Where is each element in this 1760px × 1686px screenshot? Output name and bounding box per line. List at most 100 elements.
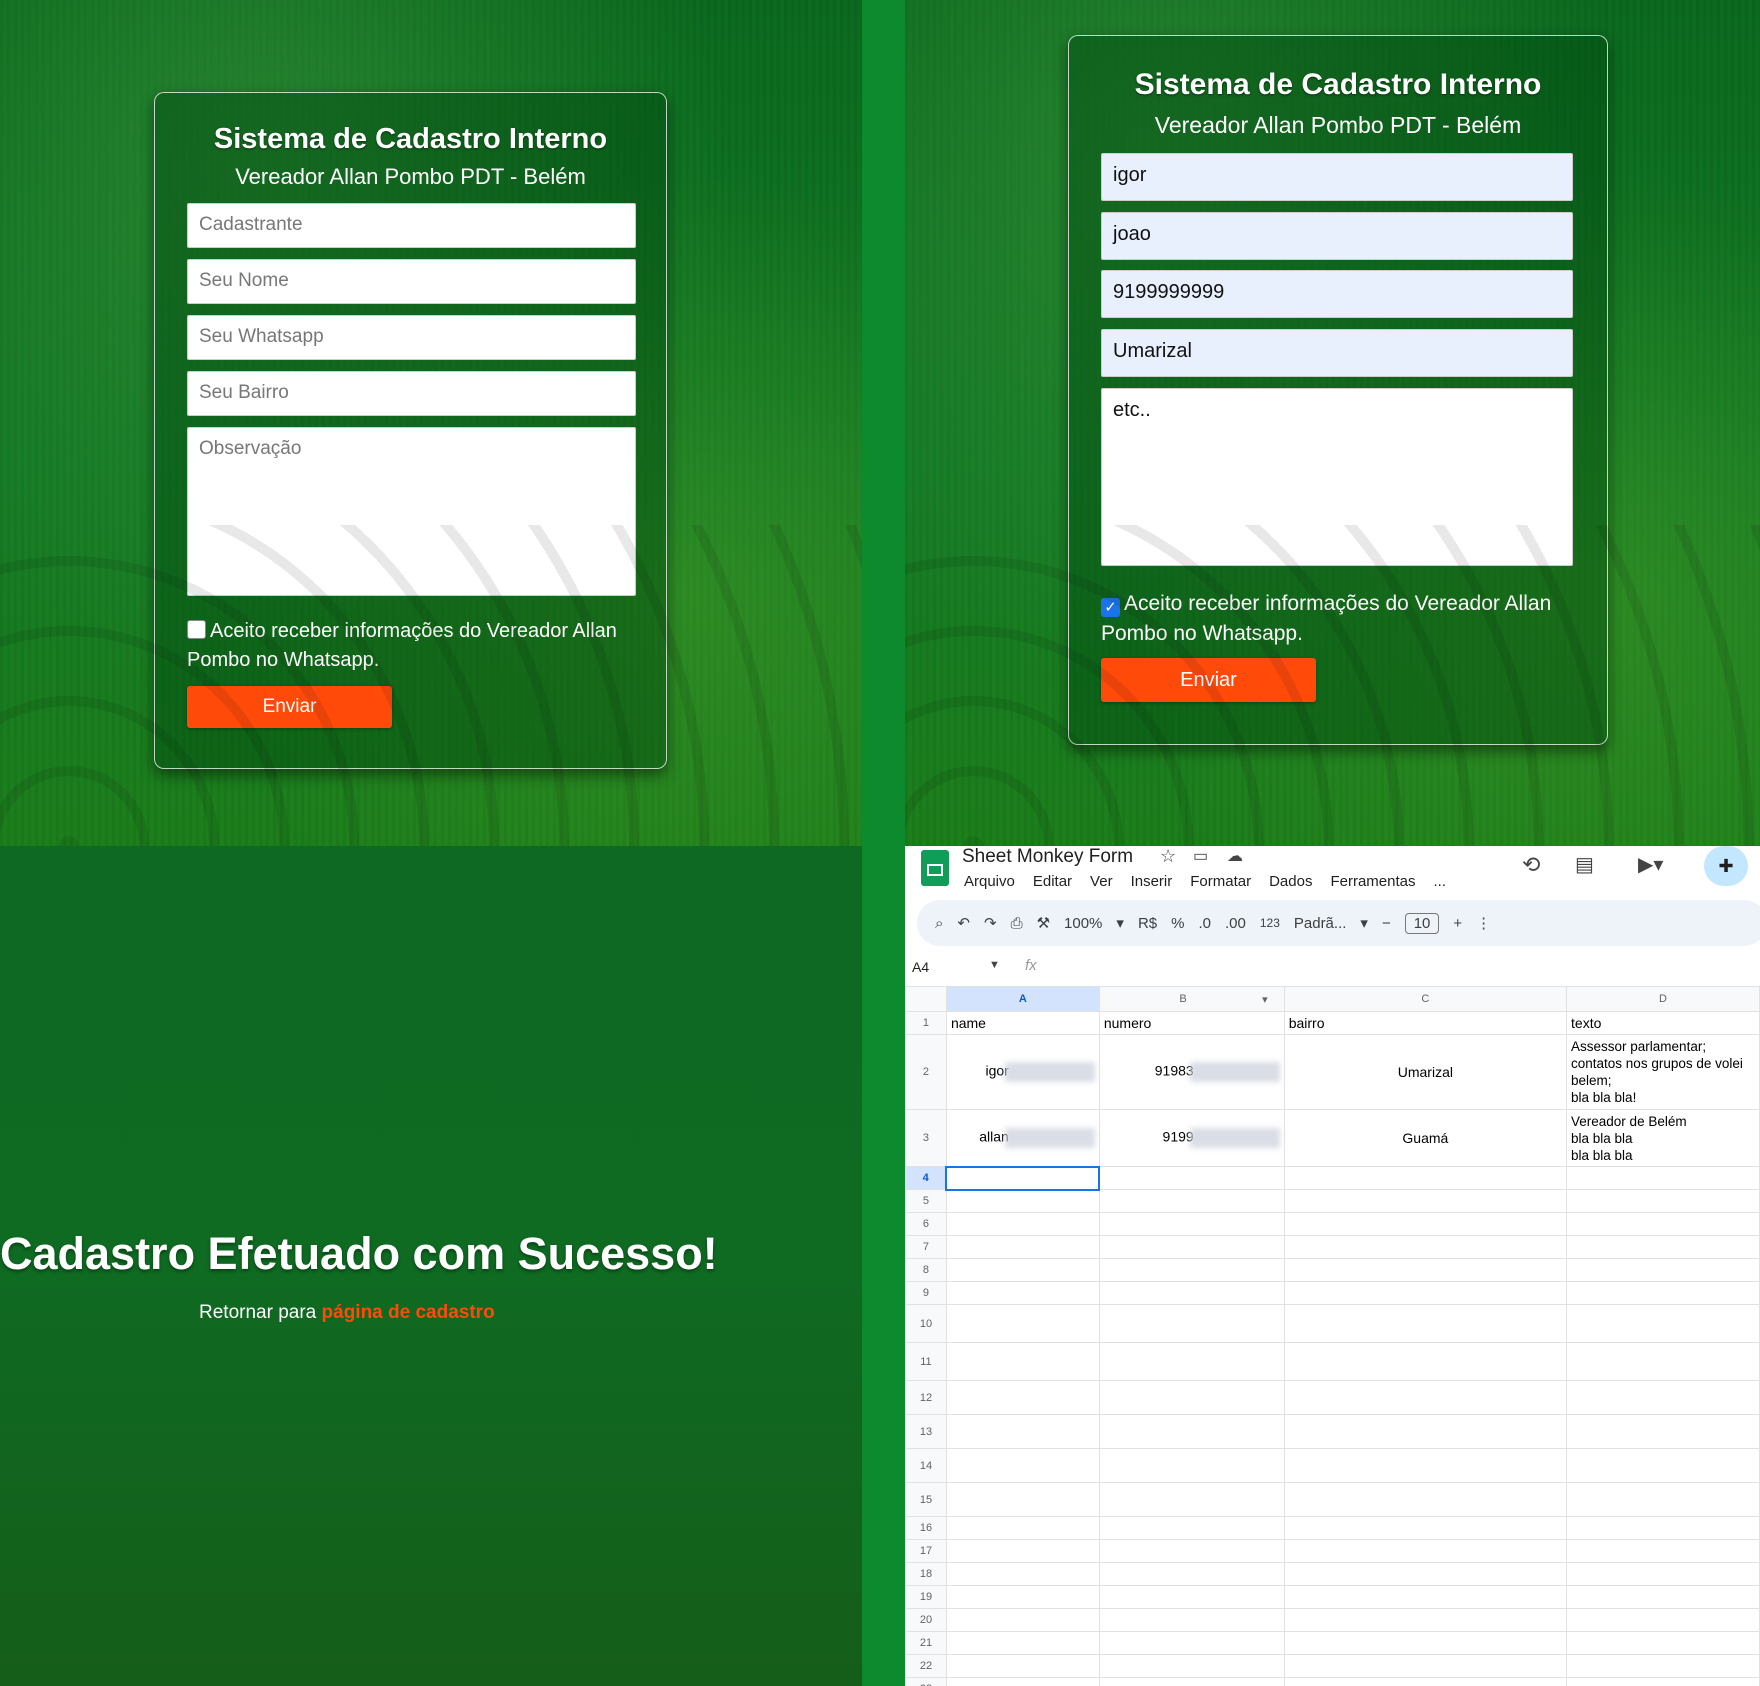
undo-icon[interactable]: ↶ <box>957 914 970 932</box>
cell-d3[interactable]: Vereador de Belém bla bla bla bla bla bl… <box>1566 1109 1760 1167</box>
column-header-d[interactable]: D <box>1566 986 1760 1012</box>
row-header[interactable]: 23 <box>905 1677 947 1686</box>
empty-cell[interactable] <box>945 1448 1100 1483</box>
row-header[interactable]: 3 <box>905 1109 947 1167</box>
empty-cell[interactable] <box>1098 1380 1285 1415</box>
whatsapp-input[interactable]: Seu Whatsapp <box>187 315 636 360</box>
empty-cell[interactable] <box>1283 1189 1568 1213</box>
empty-cell[interactable] <box>945 1414 1100 1449</box>
zoom-select[interactable]: 100% <box>1064 915 1102 932</box>
row-header[interactable]: 20 <box>905 1608 947 1632</box>
empty-cell[interactable] <box>945 1654 1100 1678</box>
empty-cell[interactable] <box>945 1380 1100 1415</box>
font-size-input[interactable]: 10 <box>1404 912 1440 934</box>
empty-cell[interactable] <box>1566 1258 1760 1282</box>
empty-cell[interactable] <box>1566 1654 1760 1678</box>
empty-cell[interactable] <box>945 1631 1100 1655</box>
empty-cell[interactable] <box>945 1677 1100 1686</box>
move-folder-icon[interactable]: ▭ <box>1193 846 1208 866</box>
menu-editar[interactable]: Editar <box>1033 873 1072 890</box>
cell-d1[interactable]: texto <box>1566 1011 1760 1035</box>
number-format-button[interactable]: 123 <box>1260 916 1280 930</box>
empty-cell[interactable] <box>1098 1677 1285 1686</box>
empty-cell[interactable] <box>1098 1414 1285 1449</box>
row-header[interactable]: 12 <box>905 1380 947 1415</box>
select-all-corner[interactable] <box>905 986 947 1012</box>
empty-cell[interactable] <box>945 1539 1100 1563</box>
cadastrante-input[interactable]: igor <box>1101 153 1573 201</box>
cadastrante-input[interactable]: Cadastrante <box>187 203 636 248</box>
empty-cell[interactable] <box>945 1585 1100 1609</box>
empty-cell[interactable] <box>1098 1516 1285 1540</box>
chevron-down-icon[interactable]: ▾ <box>1116 914 1124 932</box>
empty-cell[interactable] <box>1566 1562 1760 1586</box>
row-header[interactable]: 2 <box>905 1034 947 1110</box>
empty-cell[interactable] <box>945 1281 1100 1305</box>
row-header[interactable]: 14 <box>905 1448 947 1483</box>
empty-cell[interactable] <box>1283 1414 1568 1449</box>
name-box[interactable]: A4 <box>912 959 929 975</box>
cell-c2[interactable]: Umarizal <box>1283 1034 1568 1110</box>
name-input[interactable]: joao <box>1101 212 1573 260</box>
row-header[interactable]: 9 <box>905 1281 947 1305</box>
meet-video-icon[interactable]: ▶▾ <box>1638 852 1663 877</box>
submit-button[interactable]: Enviar <box>1101 658 1316 702</box>
empty-cell[interactable] <box>1566 1677 1760 1686</box>
empty-cell[interactable] <box>1283 1654 1568 1678</box>
empty-cell[interactable] <box>1098 1281 1285 1305</box>
empty-cell[interactable] <box>1566 1304 1760 1343</box>
bairro-input[interactable]: Seu Bairro <box>187 371 636 416</box>
cell-b1[interactable]: numero <box>1098 1011 1285 1035</box>
currency-button[interactable]: R$ <box>1138 915 1157 932</box>
empty-cell[interactable] <box>1098 1608 1285 1632</box>
consent-checkbox[interactable]: ✓ <box>1101 598 1120 617</box>
return-link[interactable]: página de cadastro <box>322 1302 495 1323</box>
column-header-b[interactable]: B ▾ <box>1098 986 1285 1012</box>
row-header[interactable]: 22 <box>905 1654 947 1678</box>
paint-format-icon[interactable]: ⚒ <box>1037 914 1050 932</box>
empty-cell[interactable] <box>1566 1342 1760 1381</box>
name-input[interactable]: Seu Nome <box>187 259 636 304</box>
row-header[interactable]: 16 <box>905 1516 947 1540</box>
empty-cell[interactable] <box>1098 1654 1285 1678</box>
empty-cell[interactable] <box>1283 1342 1568 1381</box>
submit-button[interactable]: Enviar <box>187 686 392 728</box>
chevron-down-icon[interactable]: ▼ <box>989 959 1000 971</box>
empty-cell[interactable] <box>945 1516 1100 1540</box>
row-header[interactable]: 13 <box>905 1414 947 1449</box>
empty-cell[interactable] <box>1098 1482 1285 1517</box>
empty-cell[interactable] <box>1566 1380 1760 1415</box>
menu-ferramentas[interactable]: Ferramentas <box>1330 873 1415 890</box>
observacao-textarea[interactable]: Observação <box>187 427 636 596</box>
empty-cell[interactable] <box>1283 1235 1568 1259</box>
empty-cell[interactable] <box>945 1212 1100 1236</box>
active-cell-a4[interactable] <box>945 1165 1101 1191</box>
row-header[interactable]: 21 <box>905 1631 947 1655</box>
empty-cell[interactable] <box>1566 1235 1760 1259</box>
empty-cell[interactable] <box>1283 1585 1568 1609</box>
empty-cell[interactable] <box>945 1304 1100 1343</box>
empty-cell[interactable] <box>1098 1258 1285 1282</box>
print-icon[interactable]: ⎙ <box>1011 915 1023 932</box>
column-header-c[interactable]: C <box>1283 986 1568 1012</box>
cell-b3[interactable]: 9199 <box>1098 1109 1285 1167</box>
row-header[interactable]: 18 <box>905 1562 947 1586</box>
empty-cell[interactable] <box>1283 1631 1568 1655</box>
empty-cell[interactable] <box>1283 1677 1568 1686</box>
empty-cell[interactable] <box>1098 1539 1285 1563</box>
empty-cell[interactable] <box>1098 1235 1285 1259</box>
row-header[interactable]: 1 <box>905 1011 947 1035</box>
empty-cell[interactable] <box>1098 1585 1285 1609</box>
empty-cell[interactable] <box>1566 1539 1760 1563</box>
menu-more[interactable]: ... <box>1433 873 1446 890</box>
row-header[interactable]: 19 <box>905 1585 947 1609</box>
empty-cell[interactable] <box>1283 1562 1568 1586</box>
row-header[interactable]: 17 <box>905 1539 947 1563</box>
whatsapp-input[interactable]: 9199999999 <box>1101 270 1573 318</box>
empty-cell[interactable] <box>945 1342 1100 1381</box>
empty-cell[interactable] <box>1098 1212 1285 1236</box>
empty-cell[interactable] <box>945 1482 1100 1517</box>
empty-cell[interactable] <box>1098 1166 1285 1190</box>
empty-cell[interactable] <box>1566 1631 1760 1655</box>
decrease-decimal-button[interactable]: .0 <box>1198 915 1211 932</box>
